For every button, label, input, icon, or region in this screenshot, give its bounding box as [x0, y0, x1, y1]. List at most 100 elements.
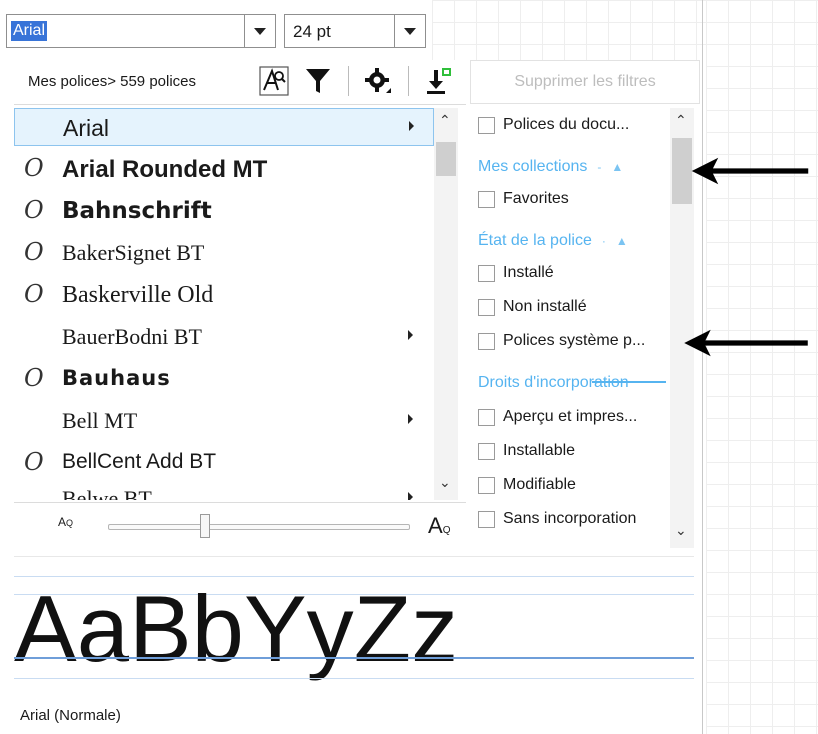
font-name: Belwe BT: [62, 486, 152, 500]
font-list-toolbar: Mes polices> 559 polices: [14, 60, 466, 105]
checkbox[interactable]: [478, 332, 495, 350]
strikethrough-line: [592, 381, 666, 383]
annotation-arrow-icon: [684, 329, 808, 357]
zoom-out-icon[interactable]: AQ: [58, 515, 73, 529]
font-list-scrollbar[interactable]: ⌃ ⌄: [434, 108, 458, 500]
font-list-item[interactable]: Bell MT: [14, 402, 434, 440]
import-fonts-button[interactable]: [418, 62, 458, 100]
toolbar-separator: [348, 66, 349, 96]
settings-button[interactable]: [358, 62, 398, 100]
filter-label: Non installé: [503, 298, 587, 315]
canvas-grid-top: [432, 0, 706, 60]
clear-filters-button[interactable]: Supprimer les filtres: [470, 60, 700, 104]
font-list-item[interactable]: BauerBodni BT: [14, 318, 434, 356]
font-search-icon: [259, 66, 289, 96]
scroll-up-icon[interactable]: ⌃: [439, 112, 451, 129]
my-fonts-count[interactable]: Mes polices> 559 polices: [28, 73, 196, 90]
section-title: Mes collections: [478, 158, 588, 175]
filter-button[interactable]: [298, 62, 338, 100]
filter-panel: Polices du docu... Mes collections - ▲ Fa…: [474, 108, 664, 548]
font-name: BakerSignet BT: [62, 240, 205, 265]
filter-label: Modifiable: [503, 476, 576, 493]
filter-preview-print[interactable]: Aperçu et impres...: [478, 408, 637, 436]
font-name: BauerBodni BT: [62, 324, 202, 349]
submenu-arrow-icon: [408, 330, 413, 340]
annotation-arrow-icon: [691, 157, 809, 185]
filter-label: Installable: [503, 442, 576, 459]
filter-document-fonts[interactable]: Polices du docu...: [478, 116, 629, 144]
scroll-down-icon[interactable]: ⌄: [439, 474, 451, 491]
opentype-icon: O: [24, 280, 44, 308]
font-list-item[interactable]: Arial: [14, 108, 434, 146]
filter-no-embedding[interactable]: Sans incorporation: [478, 510, 636, 538]
font-list: Arial O Arial Rounded MT O Bahnschrift O…: [14, 108, 434, 500]
gear-icon: [365, 68, 391, 93]
section-title: Droits d'incorporation: [478, 374, 629, 391]
collapse-icon[interactable]: · ▲: [602, 234, 628, 248]
checkbox[interactable]: [478, 190, 495, 208]
checkbox[interactable]: [478, 408, 495, 426]
collapse-icon[interactable]: - ▲: [597, 160, 623, 174]
filter-icon: [306, 69, 330, 93]
filter-label: Installé: [503, 264, 554, 281]
opentype-icon: O: [24, 196, 44, 224]
filter-favorites[interactable]: Favorites: [478, 190, 569, 218]
font-state-header[interactable]: État de la police · ▲: [478, 232, 628, 250]
toolbar-separator: [408, 66, 409, 96]
submenu-arrow-icon: [408, 414, 413, 424]
scroll-thumb[interactable]: [436, 142, 456, 176]
filter-label: Sans incorporation: [503, 510, 637, 527]
checkbox[interactable]: [478, 298, 495, 316]
checkbox[interactable]: [478, 442, 495, 460]
opentype-icon: O: [24, 364, 44, 392]
filter-label: Aperçu et impres...: [503, 408, 638, 425]
checkbox[interactable]: [478, 510, 495, 528]
checkbox[interactable]: [478, 264, 495, 282]
filter-installed[interactable]: Installé: [478, 264, 554, 292]
font-list-item[interactable]: O Baskerville Old: [14, 276, 434, 314]
embedding-rights-header[interactable]: Droits d'incorporation: [478, 374, 629, 392]
opentype-icon: O: [24, 448, 44, 476]
checkbox[interactable]: [478, 116, 495, 134]
filter-system-fonts[interactable]: Polices système p...: [478, 332, 645, 360]
panel-border: [702, 0, 703, 734]
filter-label: Favorites: [503, 190, 569, 207]
filter-label: Polices du docu...: [503, 116, 630, 133]
submenu-arrow-icon: [409, 121, 414, 131]
zoom-in-icon[interactable]: AQ: [428, 513, 450, 539]
filter-not-installed[interactable]: Non installé: [478, 298, 587, 326]
preview-baseline: [14, 657, 694, 659]
opentype-icon: O: [24, 238, 44, 266]
font-size-combo[interactable]: 24 pt: [284, 14, 426, 48]
font-list-item[interactable]: O BellCent Add BT: [14, 444, 434, 482]
size-slider-track[interactable]: [108, 524, 410, 530]
chevron-down-icon: [254, 27, 266, 35]
filter-editable[interactable]: Modifiable: [478, 476, 576, 504]
font-name-value[interactable]: Arial: [11, 21, 48, 41]
font-list-item[interactable]: Belwe BT: [14, 480, 434, 500]
filter-label: Polices système p...: [503, 332, 646, 349]
font-search-button[interactable]: [254, 62, 294, 100]
font-list-item[interactable]: O Bahnschrift: [14, 192, 434, 230]
download-icon: [427, 68, 451, 94]
font-name: Bell MT: [62, 408, 138, 433]
preview-guide-line: [14, 678, 694, 679]
section-title: État de la police: [478, 232, 592, 249]
font-list-item[interactable]: O Bauhaus: [14, 360, 434, 398]
font-dropdown-button[interactable]: [244, 15, 275, 47]
checkbox[interactable]: [478, 476, 495, 494]
preview-font-style: Arial (Normale): [20, 707, 121, 724]
font-list-item[interactable]: O Arial Rounded MT: [14, 150, 434, 188]
font-name: Arial Rounded MT: [62, 156, 268, 183]
size-slider-thumb[interactable]: [200, 514, 210, 538]
scroll-up-icon[interactable]: ⌃: [675, 112, 687, 129]
font-list-item[interactable]: O BakerSignet BT: [14, 234, 434, 272]
collections-header[interactable]: Mes collections - ▲: [478, 158, 623, 176]
font-name: BellCent Add BT: [62, 450, 217, 473]
font-name-combo[interactable]: Arial: [6, 14, 276, 48]
filter-installable[interactable]: Installable: [478, 442, 575, 470]
font-size-value[interactable]: 24 pt: [293, 22, 331, 42]
scroll-down-icon[interactable]: ⌄: [675, 522, 687, 539]
font-name: Bahnschrift: [62, 198, 212, 224]
size-dropdown-button[interactable]: [394, 15, 425, 47]
